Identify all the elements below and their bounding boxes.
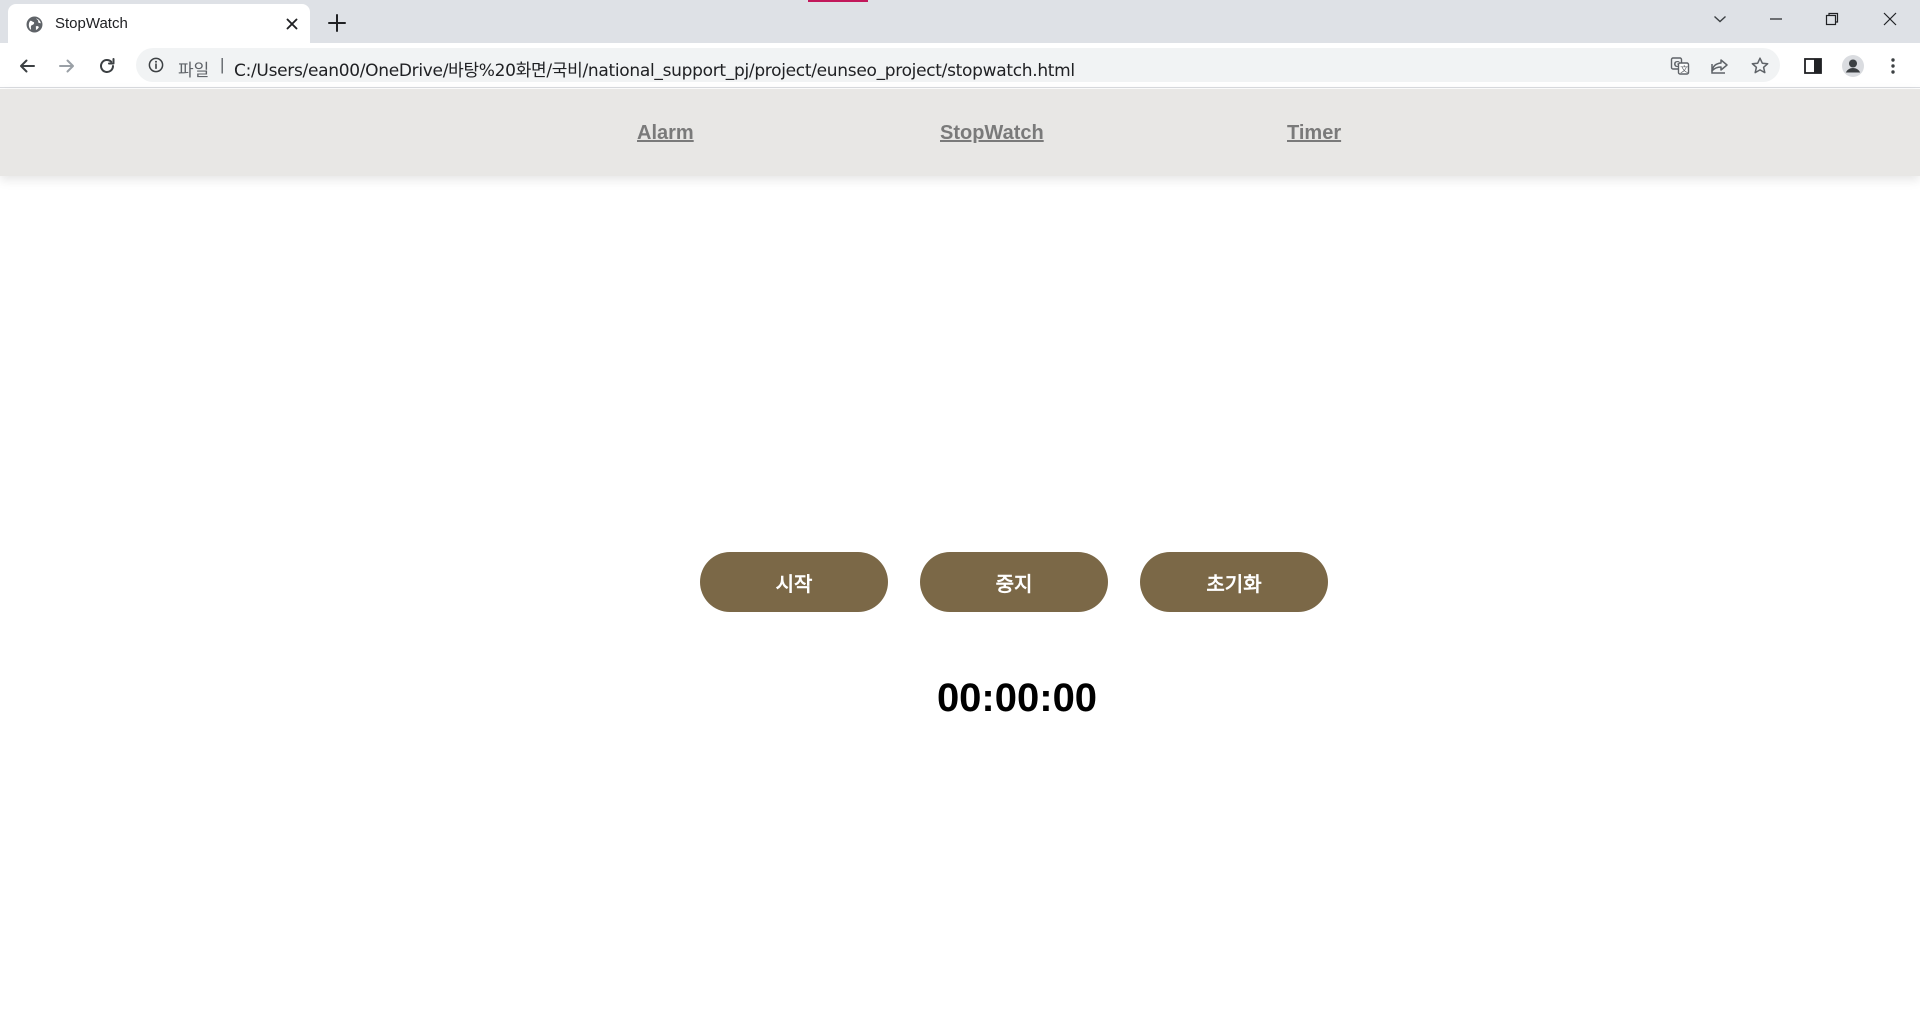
site-navigation: Alarm StopWatch Timer — [0, 89, 1920, 176]
reload-button[interactable] — [92, 51, 122, 81]
reload-icon — [100, 58, 115, 73]
side-panel-icon — [1804, 58, 1822, 74]
globe-icon — [26, 16, 43, 33]
browser-tabstrip: StopWatch — [0, 0, 1920, 43]
nav-link-alarm[interactable]: Alarm — [637, 122, 694, 145]
stopwatch-controls: 시작 중지 초기화 — [0, 552, 1920, 612]
restore-button[interactable] — [1804, 0, 1860, 38]
url-separator: | — [220, 55, 225, 74]
share-icon[interactable] — [1710, 56, 1730, 76]
browser-tab[interactable]: StopWatch — [8, 4, 310, 43]
forward-button[interactable] — [52, 51, 82, 81]
url-scheme-label: 파일 — [178, 61, 210, 81]
minimize-icon — [1770, 18, 1782, 20]
back-button[interactable] — [12, 51, 42, 81]
stopwatch-time-display: 00:00:00 — [936, 676, 1098, 720]
kebab-menu-icon — [1891, 58, 1895, 74]
chevron-down-icon — [1714, 15, 1726, 23]
info-icon[interactable] — [148, 57, 164, 73]
reset-button[interactable]: 초기화 — [1140, 552, 1328, 612]
stop-button[interactable]: 중지 — [920, 552, 1108, 612]
arrow-right-icon — [59, 59, 74, 73]
restore-icon — [1825, 12, 1839, 26]
side-panel-button[interactable] — [1801, 54, 1825, 78]
minimize-button[interactable] — [1748, 0, 1804, 38]
start-button[interactable]: 시작 — [700, 552, 888, 612]
tab-search-button[interactable] — [1692, 0, 1748, 38]
window-close-button[interactable] — [1862, 0, 1918, 38]
address-bar[interactable]: 파일 | C:/Users/ean00/OneDrive/바탕%20화면/국비/… — [136, 48, 1780, 82]
tab-title: StopWatch — [55, 15, 128, 32]
url-text[interactable]: C:/Users/ean00/OneDrive/바탕%20화면/국비/natio… — [234, 56, 1075, 81]
profile-button[interactable] — [1841, 54, 1865, 78]
plus-icon[interactable] — [324, 10, 350, 36]
nav-link-timer[interactable]: Timer — [1287, 122, 1341, 145]
browser-toolbar: 파일 | C:/Users/ean00/OneDrive/바탕%20화면/국비/… — [0, 43, 1920, 88]
tab-group-accent — [808, 0, 868, 2]
star-icon[interactable] — [1750, 56, 1770, 76]
close-icon[interactable] — [284, 16, 300, 32]
browser-menu-button[interactable] — [1881, 54, 1905, 78]
translate-icon[interactable]: G 文 — [1670, 56, 1690, 76]
profile-icon — [1842, 55, 1864, 77]
svg-text:文: 文 — [1680, 64, 1688, 74]
arrow-left-icon — [20, 59, 35, 73]
nav-link-stopwatch[interactable]: StopWatch — [940, 122, 1044, 145]
close-icon — [1883, 12, 1897, 26]
